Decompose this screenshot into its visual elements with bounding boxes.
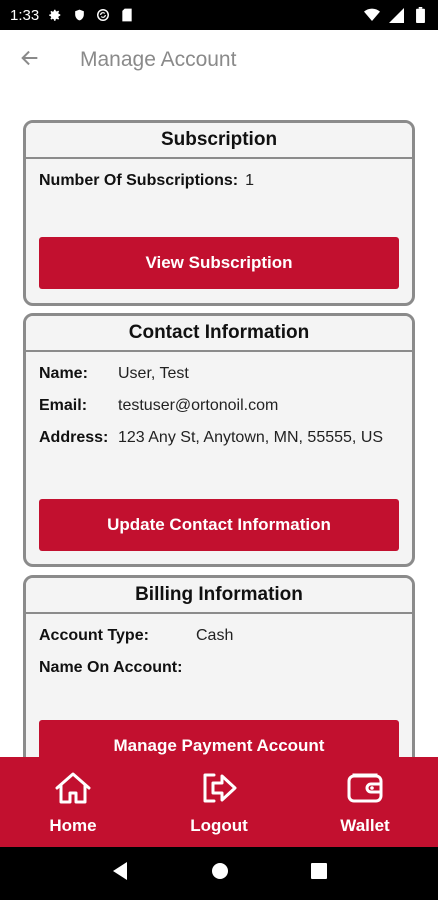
arrow-left-icon: [19, 47, 41, 74]
subscription-count-label: Number Of Subscriptions:: [39, 172, 239, 189]
contact-email-row: Email: testuser@ortonoil.com: [39, 396, 399, 416]
system-home-icon[interactable]: [211, 862, 229, 885]
gear-icon: [47, 7, 63, 23]
account-content[interactable]: Subscription Number Of Subscriptions: 1 …: [0, 90, 438, 757]
contact-email-label: Email:: [39, 397, 88, 414]
update-contact-button[interactable]: Update Contact Information: [39, 499, 399, 551]
contact-address-label: Address:: [39, 429, 109, 446]
contact-address-row: Address: 123 Any St, Anytown, MN, 55555,…: [39, 428, 399, 448]
view-subscription-button[interactable]: View Subscription: [39, 237, 399, 289]
contact-name-value: User, Test: [118, 365, 189, 382]
shield-icon: [71, 7, 87, 23]
home-icon: [53, 768, 93, 808]
system-recents-icon[interactable]: [311, 863, 327, 884]
nav-home-label: Home: [49, 816, 97, 835]
nav-home[interactable]: Home: [0, 757, 146, 847]
contact-address-value: 123 Any St, Anytown, MN, 55555, US: [118, 429, 384, 446]
system-back-icon[interactable]: [111, 861, 129, 886]
nav-wallet[interactable]: Wallet: [292, 757, 438, 847]
sd-card-icon: [119, 7, 135, 23]
wifi-icon: [364, 7, 380, 23]
app-bar: Manage Account: [0, 30, 438, 90]
billing-card-header: Billing Information: [26, 578, 412, 614]
status-bar: 1:33: [0, 0, 438, 30]
name-on-account-label: Name On Account:: [39, 659, 183, 676]
logout-icon: [199, 768, 239, 808]
contact-card: Contact Information Name: User, Test Ema…: [23, 313, 415, 567]
name-on-account-row: Name On Account:: [39, 658, 399, 678]
subscription-card-header: Subscription: [26, 123, 412, 159]
nav-wallet-label: Wallet: [340, 816, 390, 835]
wallet-icon: [345, 768, 385, 808]
subscription-count-value: 1: [245, 172, 255, 189]
signal-icon: [388, 7, 404, 23]
manage-payment-button[interactable]: Manage Payment Account: [39, 720, 399, 757]
nav-logout-label: Logout: [190, 816, 248, 835]
status-time: 1:33: [10, 6, 40, 24]
subscription-count-row: Number Of Subscriptions: 1: [39, 171, 399, 191]
contact-name-label: Name:: [39, 365, 88, 382]
subscription-card: Subscription Number Of Subscriptions: 1 …: [23, 120, 415, 306]
contact-card-header: Contact Information: [26, 316, 412, 352]
account-type-label: Account Type:: [39, 627, 149, 644]
sync-icon: [95, 7, 111, 23]
contact-name-row: Name: User, Test: [39, 364, 399, 384]
billing-card: Billing Information Account Type: Cash N…: [23, 575, 415, 757]
contact-email-value: testuser@ortonoil.com: [118, 397, 279, 414]
battery-icon: [412, 7, 428, 23]
back-button[interactable]: [0, 30, 60, 90]
nav-logout[interactable]: Logout: [146, 757, 292, 847]
page-title: Manage Account: [80, 48, 237, 71]
account-type-row: Account Type: Cash: [39, 626, 399, 646]
bottom-nav: Home Logout Wallet: [0, 757, 438, 847]
system-nav-bar: [0, 847, 438, 900]
account-type-value: Cash: [196, 627, 234, 644]
